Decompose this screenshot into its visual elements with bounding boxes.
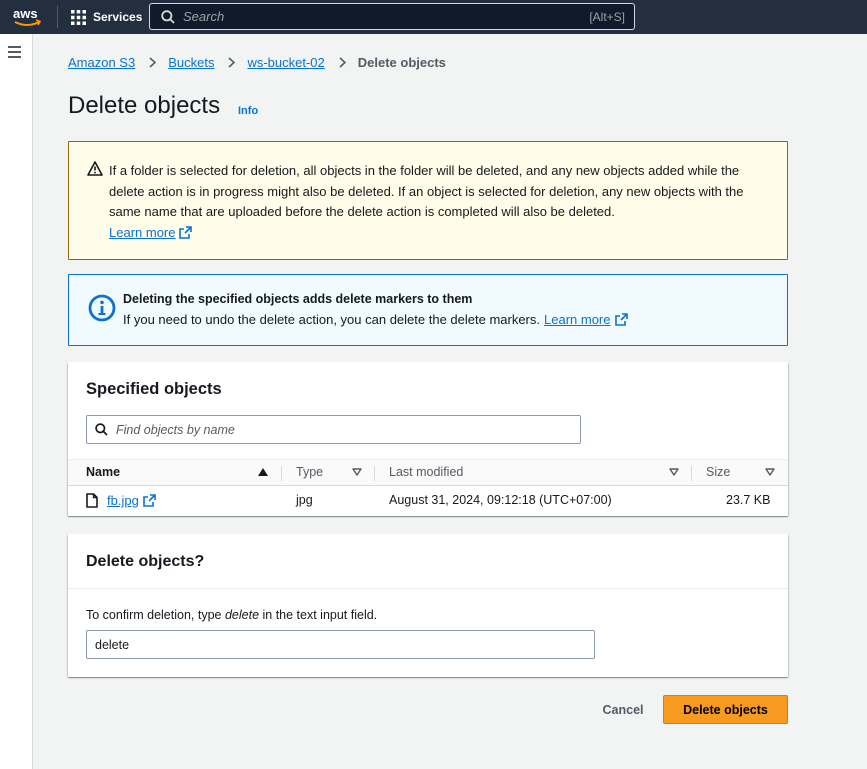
info-learn-more-link[interactable]: Learn more — [544, 312, 610, 327]
sort-descending-icon[interactable] — [669, 468, 679, 476]
confirm-prefix: To confirm deletion, type — [86, 608, 225, 622]
object-name-cell: fb.jpg — [86, 493, 156, 508]
info-alert-heading: Deleting the specified objects adds dele… — [123, 292, 473, 306]
breadcrumb-amazon-s3[interactable]: Amazon S3 — [68, 55, 135, 70]
column-last-modified-header[interactable]: Last modified — [389, 465, 463, 479]
object-last-modified-cell: August 31, 2024, 09:12:18 (UTC+07:00) — [389, 493, 612, 507]
column-name-header[interactable]: Name — [86, 465, 120, 479]
confirm-delete-input[interactable] — [86, 630, 595, 659]
warning-learn-more-link[interactable]: Learn more — [109, 225, 175, 240]
objects-table-header: Name Type Last modified Size — [68, 459, 788, 486]
sort-descending-icon[interactable] — [352, 468, 362, 476]
search-icon — [95, 423, 108, 436]
warning-learn-more: Learn more — [109, 225, 193, 240]
delete-panel-title: Delete objects? — [86, 553, 205, 570]
warning-icon — [87, 161, 103, 176]
global-search-box[interactable]: [Alt+S] — [149, 3, 635, 30]
delete-objects-button[interactable]: Delete objects — [663, 695, 788, 724]
breadcrumb: Amazon S3 Buckets ws-bucket-02 Delete ob… — [68, 54, 446, 70]
cancel-button[interactable]: Cancel — [594, 697, 652, 723]
info-alert-text: If you need to undo the delete action, y… — [123, 312, 541, 327]
column-size-header[interactable]: Size — [706, 465, 730, 479]
page-title: Delete objects — [68, 92, 221, 119]
column-divider — [691, 466, 692, 481]
sort-descending-icon[interactable] — [765, 468, 775, 476]
warning-alert-text: If a folder is selected for deletion, al… — [109, 163, 744, 219]
top-navigation: aws Services [Alt+S] — [0, 0, 867, 34]
nav-divider — [57, 6, 58, 28]
file-icon — [86, 493, 98, 508]
external-link-icon[interactable] — [143, 494, 156, 507]
services-menu-button[interactable]: Services — [71, 8, 142, 26]
services-label: Services — [93, 10, 143, 24]
info-link[interactable]: Info — [238, 105, 258, 117]
table-row: fb.jpg jpg August 31, 2024, 09:12:18 (UT… — [68, 486, 788, 516]
sort-ascending-icon[interactable] — [258, 468, 268, 476]
chevron-right-icon — [339, 56, 346, 68]
confirm-suffix: in the text input field. — [259, 608, 378, 622]
specified-objects-title: Specified objects — [86, 380, 222, 398]
chevron-right-icon — [228, 56, 236, 68]
global-search-input[interactable] — [183, 9, 563, 24]
menu-icon[interactable] — [8, 46, 21, 58]
warning-alert: If a folder is selected for deletion, al… — [68, 141, 788, 260]
side-rail — [0, 34, 33, 769]
object-filter-box[interactable] — [86, 415, 581, 444]
aws-logo-text: aws — [13, 6, 38, 21]
object-type-cell: jpg — [296, 493, 313, 507]
info-icon — [88, 294, 116, 322]
info-alert: Deleting the specified objects adds dele… — [68, 274, 788, 346]
delete-confirmation-panel: Delete objects? To confirm deletion, typ… — [68, 534, 788, 677]
breadcrumb-bucket-name[interactable]: ws-bucket-02 — [247, 55, 324, 70]
chevron-right-icon — [149, 56, 157, 68]
object-size-cell: 23.7 KB — [726, 493, 771, 507]
confirm-instruction: To confirm deletion, type delete in the … — [86, 608, 377, 622]
breadcrumb-current: Delete objects — [357, 54, 446, 70]
delete-panel-header: Delete objects? — [68, 534, 788, 589]
aws-logo[interactable]: aws — [12, 4, 42, 30]
search-icon — [161, 9, 175, 24]
external-link-icon[interactable] — [614, 313, 628, 326]
services-grid-icon — [71, 9, 86, 25]
confirm-keyword: delete — [224, 608, 260, 622]
breadcrumb-buckets[interactable]: Buckets — [168, 55, 214, 70]
info-alert-body: If you need to undo the delete action, y… — [123, 312, 628, 327]
external-link-icon[interactable] — [179, 226, 193, 239]
specified-objects-panel: Specified objects Name Type Last modifie… — [68, 362, 788, 516]
object-name-link[interactable]: fb.jpg — [107, 493, 139, 508]
column-type-header[interactable]: Type — [296, 465, 323, 479]
column-divider — [374, 466, 375, 481]
object-filter-input[interactable] — [116, 422, 566, 437]
search-shortcut-hint: [Alt+S] — [589, 9, 625, 24]
column-divider — [281, 466, 282, 481]
